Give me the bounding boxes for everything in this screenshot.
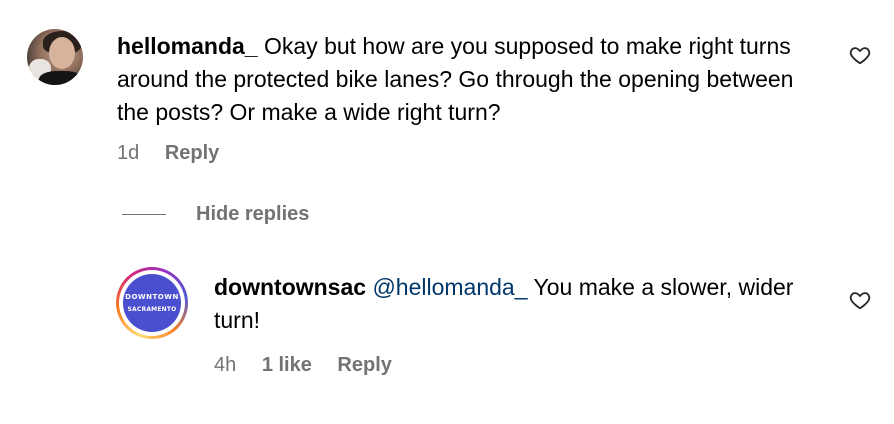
logo-text: DOWNTOWN SACRAMENTO xyxy=(125,292,179,313)
comment-meta: 1d Reply xyxy=(117,142,239,165)
heart-icon[interactable] xyxy=(849,44,871,66)
reply-timestamp: 4h xyxy=(214,354,237,376)
reply-body: downtownsac @hellomanda_ You make a slow… xyxy=(214,271,804,337)
hide-replies-button[interactable]: Hide replies xyxy=(122,203,309,226)
avatar[interactable] xyxy=(27,29,83,85)
comment-body: hellomanda_ Okay but how are you suppose… xyxy=(117,30,827,129)
comment-username[interactable]: hellomanda_ xyxy=(117,33,258,59)
reply-mention-link[interactable]: @hellomanda_ xyxy=(372,274,527,300)
downtownsac-logo: DOWNTOWN SACRAMENTO xyxy=(123,274,181,332)
avatar[interactable]: DOWNTOWN SACRAMENTO xyxy=(116,267,188,339)
avatar-shirt xyxy=(39,71,83,85)
likes-count-link[interactable]: 1 like xyxy=(262,354,312,376)
reply-meta: 4h 1 like Reply xyxy=(214,354,412,377)
reply-button[interactable]: Reply xyxy=(337,354,391,376)
reply-button[interactable]: Reply xyxy=(165,142,219,164)
comment-timestamp: 1d xyxy=(117,142,140,164)
reply-username[interactable]: downtownsac xyxy=(214,274,366,300)
hide-replies-divider xyxy=(122,214,166,215)
hide-replies-label: Hide replies xyxy=(196,203,310,225)
heart-icon[interactable] xyxy=(849,289,871,311)
avatar-face xyxy=(49,37,75,69)
